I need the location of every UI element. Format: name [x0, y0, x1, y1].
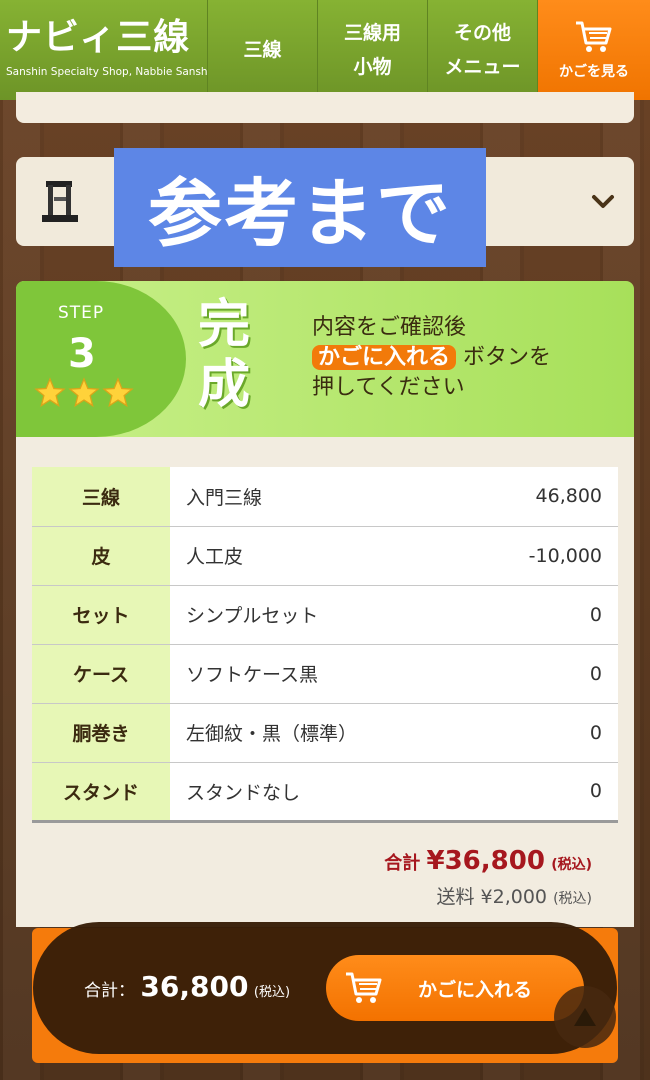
row-key: 三線: [32, 467, 170, 527]
step-text-line2-rest: ボタンを: [456, 345, 552, 370]
step-word: STEP: [58, 303, 105, 323]
step-stars: [34, 377, 134, 409]
step-panel: STEP 3 完成 内容をご確認後 かごに入れる ボタンを 押してください: [16, 281, 634, 437]
step-text-line3: 押してください: [312, 375, 465, 400]
nav-other-line2: メニュー: [444, 56, 521, 78]
shipping-value: ¥2,000: [480, 886, 548, 908]
order-summary-table: 三線 入門三線 46,800 皮 人工皮 -10,000 セット シンプルセット…: [32, 467, 618, 823]
reference-only-banner: 参考まで: [114, 148, 486, 267]
add-to-cart-label: かごに入れる: [418, 978, 533, 1001]
shipping-label: 送料: [436, 886, 475, 908]
floating-total-tax: (税込): [253, 985, 291, 1000]
completion-kanji: 完成: [197, 294, 250, 415]
nav-item-accessories[interactable]: 三線用 小物: [318, 0, 428, 100]
row-key: 胴巻き: [32, 703, 170, 763]
shipping-price: 送料 ¥2,000 (税込): [436, 882, 592, 909]
row-key: セット: [32, 585, 170, 645]
row-name: 入門三線: [170, 467, 478, 527]
floating-total-amount: 36,800: [140, 970, 249, 1003]
row-name: 左御紋・黒（標準）: [170, 703, 478, 763]
row-key: 皮: [32, 526, 170, 586]
total-value: ¥36,800: [426, 846, 545, 876]
table-row: ケース ソフトケース黒 0: [32, 644, 618, 704]
step-text-highlight: かごに入れる: [312, 345, 457, 370]
table-row: 三線 入門三線 46,800: [32, 467, 618, 527]
site-logo[interactable]: ナビィ三線 Sanshin Specialty Shop, Nabbie San…: [0, 0, 218, 100]
row-value: 46,800: [478, 467, 618, 527]
nav-item-sanshin-label: 三線: [243, 39, 282, 61]
nav-item-sanshin[interactable]: 三線: [208, 0, 318, 100]
nav-accessories-line1: 三線用: [343, 22, 401, 44]
view-cart-button[interactable]: かごを見る: [538, 0, 650, 100]
floating-total: 合計： 36,800 (税込): [84, 970, 290, 1003]
floating-total-label: 合計：: [84, 981, 135, 1001]
step-instructions: 内容をご確認後 かごに入れる ボタンを 押してください: [312, 313, 551, 403]
step-text-line2: かごに入れる ボタンを: [312, 343, 551, 373]
row-value: 0: [478, 703, 618, 763]
row-name: シンプルセット: [170, 585, 478, 645]
cart-icon: [576, 21, 612, 52]
table-row: 皮 人工皮 -10,000: [32, 526, 618, 586]
view-cart-label: かごを見る: [559, 64, 629, 80]
row-value: 0: [478, 762, 618, 822]
logo-title: ナビィ三線: [6, 17, 191, 58]
row-value: -10,000: [478, 526, 618, 586]
total-price: 合計 ¥36,800 (税込): [384, 846, 592, 876]
total-tax-note: (税込): [551, 857, 592, 873]
scroll-to-top-button[interactable]: [554, 986, 616, 1048]
arrow-up-icon: [574, 1008, 596, 1026]
nav-other-line1: その他: [453, 22, 511, 44]
previous-step-card: [16, 92, 634, 123]
chevron-down-icon[interactable]: [588, 187, 618, 217]
star-icon: [102, 377, 134, 408]
star-icon: [68, 377, 100, 408]
step-text-line1: 内容をご確認後: [312, 315, 467, 340]
row-key: ケース: [32, 644, 170, 704]
stand-icon: [42, 181, 78, 222]
table-row: セット シンプルセット 0: [32, 585, 618, 645]
row-value: 0: [478, 585, 618, 645]
total-label: 合計: [384, 853, 421, 874]
row-value: 0: [478, 644, 618, 704]
table-row: 胴巻き 左御紋・黒（標準） 0: [32, 703, 618, 763]
row-name: ソフトケース黒: [170, 644, 478, 704]
site-header: ナビィ三線 Sanshin Specialty Shop, Nabbie San…: [0, 0, 650, 100]
cart-icon: [346, 972, 382, 1003]
row-name: スタンドなし: [170, 762, 478, 822]
row-name: 人工皮: [170, 526, 478, 586]
add-to-cart-button[interactable]: かごに入れる: [326, 955, 584, 1021]
shipping-tax-note: (税込): [553, 891, 592, 907]
step-number: 3: [68, 331, 96, 377]
nav-item-other-menu-label: その他 メニュー: [444, 16, 520, 84]
star-icon: [34, 377, 66, 408]
nav-accessories-line2: 小物: [353, 56, 392, 78]
row-key: スタンド: [32, 762, 170, 822]
table-row: スタンド スタンドなし 0: [32, 762, 618, 822]
nav-item-accessories-label: 三線用 小物: [344, 16, 401, 84]
nav-item-other-menu[interactable]: その他 メニュー: [428, 0, 538, 100]
logo-subtitle: Sanshin Specialty Shop, Nabbie Sanshin: [6, 66, 218, 78]
